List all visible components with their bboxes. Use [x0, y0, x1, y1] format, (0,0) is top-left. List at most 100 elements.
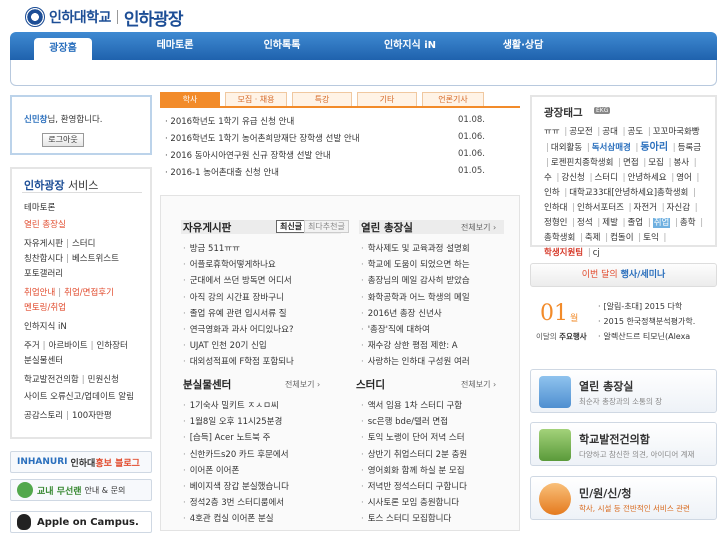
nav-tab-inha-knowledge[interactable]: 인하지식 iN: [360, 32, 460, 60]
event-item[interactable]: 알렉산드르 티모닌(Alexa: [598, 331, 691, 342]
service-link[interactable]: 포토갤러리: [24, 269, 63, 279]
tag-link[interactable]: 축제: [585, 233, 601, 243]
tag-link[interactable]: 대외활동: [551, 143, 582, 153]
lost-board-post[interactable]: [습득] Acer 노트북 주: [183, 431, 271, 443]
free-board-title[interactable]: 자유게시판: [183, 220, 231, 235]
service-link[interactable]: 칭찬합시다: [24, 254, 63, 264]
tag-link[interactable]: 공도: [627, 127, 643, 137]
notice-tab-etc[interactable]: 기타: [357, 92, 417, 106]
study-board-post[interactable]: sc은행 bde/텔러 면접: [361, 415, 448, 427]
president-board-post[interactable]: '총장'직에 대하여: [361, 323, 430, 335]
notice-tab-lecture[interactable]: 특강: [292, 92, 352, 106]
pr-blog-banner[interactable]: INHANURI 인하대 홍보 블로그: [10, 451, 152, 473]
tag-link[interactable]: 총학: [680, 218, 696, 228]
tag-link[interactable]: 토익: [643, 233, 659, 243]
free-board-tab-most-recommended[interactable]: 최다추천글: [304, 220, 349, 233]
notice-item[interactable]: · 2016학년도 1학기 농어촌희망재단 장학생 선발 안내 01.06.: [165, 132, 485, 144]
lost-board-post[interactable]: 신한카드s20 카드 후문에서: [183, 448, 289, 460]
tag-link[interactable]: 정석: [577, 218, 593, 228]
study-board-post[interactable]: 토스 스터디 모집합니다: [361, 512, 452, 524]
study-board-post[interactable]: 영어회화 함께 하실 분 모집: [361, 464, 465, 476]
lost-board-title[interactable]: 분실물센터: [183, 377, 231, 392]
service-link[interactable]: 스터디: [72, 239, 95, 249]
lost-board-post[interactable]: 1기숙사 밀키트 ㅈㅅㅁ씨: [183, 399, 279, 411]
president-board-post[interactable]: 화학공학과 어느 학생의 메일: [361, 291, 470, 303]
lost-board-post[interactable]: 베이지색 장갑 분실했습니다: [183, 480, 289, 492]
free-board-tab-latest[interactable]: 최신글: [276, 220, 307, 233]
lost-board-post[interactable]: 1월8일 오후 11시25분경: [183, 415, 283, 427]
service-link[interactable]: 인하지식 iN: [24, 322, 67, 332]
president-board-post[interactable]: 총장님의 메일 감사히 받았습: [361, 274, 470, 286]
tag-link[interactable]: 대학교33대[안녕하세요]총학생회: [569, 188, 688, 198]
tag-link[interactable]: 면접: [623, 158, 639, 168]
free-board-post[interactable]: 어플로휴학어떻게하나요: [183, 258, 276, 270]
service-link[interactable]: 테마토론: [24, 203, 55, 213]
open-president-office-banner[interactable]: 열린 총장실 최순자 총장과의 소통의 장: [530, 369, 717, 413]
free-board-post[interactable]: 졸업 유예 관련 입시서류 질: [183, 307, 287, 319]
study-board-post[interactable]: 시사토론 모임 충원합니다: [361, 496, 459, 508]
service-link[interactable]: 인하장터: [97, 341, 128, 351]
tag-link[interactable]: 공대: [602, 127, 618, 137]
tag-link[interactable]: 스터디: [594, 173, 617, 183]
free-board-post[interactable]: 군대에서 쓰던 방독면 어디서: [183, 274, 292, 286]
logout-button[interactable]: 로그아웃: [42, 133, 84, 147]
study-board-post[interactable]: 액서 임용 1차 스터디 구함: [361, 399, 462, 411]
nav-tab-life-counsel[interactable]: 생활·상담: [488, 32, 558, 60]
tag-link[interactable]: 인하서포터즈: [577, 203, 624, 213]
president-board-post[interactable]: 2016년 총장 신년사: [361, 307, 442, 319]
service-link[interactable]: 주거: [24, 341, 40, 351]
study-board-post[interactable]: 상반기 취업스터디 2분 충원: [361, 448, 468, 460]
tag-link[interactable]: 취업: [652, 218, 671, 228]
tag-link[interactable]: 인하: [544, 188, 560, 198]
service-link[interactable]: 학교발전건의함: [24, 375, 79, 385]
service-link[interactable]: 취업/면접후기: [64, 288, 114, 298]
apple-on-campus-banner[interactable]: Apple on Campus.: [10, 511, 152, 533]
tag-link[interactable]: 모집: [648, 158, 664, 168]
service-link[interactable]: 사이트 오류신고/업데이트 알림: [24, 392, 134, 402]
notice-title[interactable]: 2016 동아시아연구원 신규 장학생 선발 안내: [170, 151, 330, 161]
suggestion-box-banner[interactable]: 학교발전건의함 다양하고 참신한 의견, 아이디어 계재: [530, 422, 717, 466]
study-board-more-link[interactable]: 전체보기 ›: [461, 379, 496, 390]
tag-link[interactable]: 자신감: [667, 203, 690, 213]
tag-link[interactable]: 로젠핀치종학생회: [551, 158, 614, 168]
president-board-post[interactable]: 학사제도 및 교육과정 설명회: [361, 242, 470, 254]
tag-link[interactable]: 안녕하세요: [628, 173, 667, 183]
free-board-post[interactable]: 연극영화과 과사 어디있나요?: [183, 323, 294, 335]
tag-link[interactable]: 봉사: [673, 158, 689, 168]
service-link[interactable]: 열린 총장실: [24, 220, 66, 230]
tag-link[interactable]: cj: [593, 248, 600, 258]
free-board-post[interactable]: 대외성적표에 F학점 포함되나: [183, 355, 294, 367]
service-link[interactable]: 자유게시판: [24, 239, 63, 249]
tag-link[interactable]: 공모전: [569, 127, 592, 137]
service-link[interactable]: 멘토링/취업: [24, 303, 66, 313]
president-board-post[interactable]: 학교에 도움이 되었으면 하는: [361, 258, 470, 270]
nav-tab-theme-debate[interactable]: 테마토론: [135, 32, 215, 60]
notice-title[interactable]: 2016-1 농어촌대출 신청 안내: [170, 168, 279, 178]
nav-tab-home[interactable]: 광장홈: [34, 38, 92, 60]
notice-item[interactable]: · 2016-1 농어촌대출 신청 안내 01.05.: [165, 166, 485, 178]
lost-board-more-link[interactable]: 전체보기 ›: [285, 379, 320, 390]
president-board-title[interactable]: 열린 총장실: [361, 220, 413, 235]
president-board-post[interactable]: 재수강 상한 평점 제한: A: [361, 339, 458, 351]
service-link[interactable]: 아르바이트: [49, 341, 88, 351]
wifi-banner[interactable]: 교내 무선랜 안내 & 문의: [10, 479, 152, 501]
study-board-title[interactable]: 스터디: [356, 377, 385, 392]
lost-board-post[interactable]: 4호관 컴실 이어폰 분실: [183, 512, 274, 524]
notice-item[interactable]: · 2016 동아시아연구원 신규 장학생 선발 안내 01.06.: [165, 149, 485, 161]
tag-link[interactable]: 정형인: [544, 218, 567, 228]
events-title-bar[interactable]: 이번 달의 행사/세미나: [530, 263, 717, 287]
tag-link[interactable]: 꼬꼬마국화빵: [653, 127, 700, 137]
tag-link[interactable]: 강신청: [561, 173, 584, 183]
tag-link[interactable]: 컴돌이: [610, 233, 633, 243]
event-item[interactable]: 2015 한국정책분석평가학.: [598, 316, 696, 327]
free-board-post[interactable]: 방금 511ㅠㅠ: [183, 242, 240, 254]
president-board-more-link[interactable]: 전체보기 ›: [461, 222, 496, 233]
tag-link[interactable]: ㅠㅠ: [544, 127, 560, 137]
event-item[interactable]: [알림-초대] 2015 다학: [598, 301, 683, 312]
tag-link[interactable]: 인하대: [544, 203, 567, 213]
president-board-post[interactable]: 사랑하는 인하대 구성원 여러: [361, 355, 470, 367]
tag-link[interactable]: 등록금: [678, 143, 701, 153]
lost-board-post[interactable]: 이어폰 이어폰: [183, 464, 240, 476]
service-link[interactable]: 취업안내: [24, 288, 55, 298]
service-link[interactable]: 민원신청: [88, 375, 119, 385]
